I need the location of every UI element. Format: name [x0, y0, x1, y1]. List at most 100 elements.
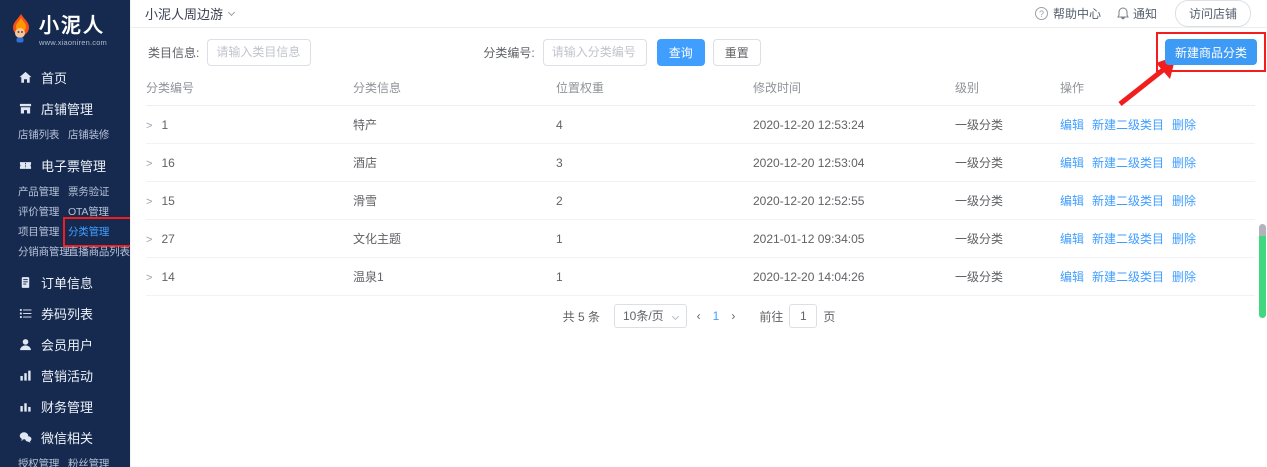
edit-link[interactable]: 编辑 [1060, 270, 1084, 284]
sidebar-item[interactable]: 电子票管理 [0, 150, 130, 181]
sidebar-item-label: 券码列表 [41, 304, 93, 323]
sidebar-subitem[interactable]: 项目管理 [18, 222, 68, 242]
expand-row-icon[interactable]: > [146, 158, 152, 170]
edit-link[interactable]: 编辑 [1060, 194, 1084, 208]
table-row: >14 温泉1 1 2020-12-20 14:04:26 一级分类 编辑新建二… [146, 258, 1255, 296]
scrollbar-thumb[interactable] [1259, 224, 1266, 318]
sidebar-item-label: 电子票管理 [41, 156, 106, 175]
visit-shop-button[interactable]: 访问店铺 [1175, 0, 1251, 27]
sidebar-item[interactable]: 券码列表 [0, 298, 130, 329]
sidebar-subitem[interactable]: OTA管理 [68, 202, 130, 222]
expand-row-icon[interactable]: > [146, 234, 152, 246]
sidebar-subitem[interactable]: 产品管理 [18, 182, 68, 202]
sidebar-item-label: 店铺管理 [41, 99, 93, 118]
create-sub-category-link[interactable]: 新建二级类目 [1092, 270, 1164, 284]
mascot-icon [8, 13, 34, 50]
category-no-label: 分类编号: [483, 44, 534, 61]
delete-link[interactable]: 删除 [1172, 270, 1196, 284]
sidebar-subitem[interactable]: 店铺装修 [68, 125, 130, 145]
sidebar-item[interactable]: 微信相关 [0, 422, 130, 453]
sidebar-subitem[interactable]: 分销商管理 [18, 242, 68, 262]
sidebar-item[interactable]: 会员用户 [0, 329, 130, 360]
level-cell: 一级分类 [955, 116, 1060, 133]
weight-cell: 2 [556, 194, 753, 208]
finance-chart-icon [18, 400, 32, 414]
chevron-down-icon[interactable] [228, 9, 235, 16]
create-sub-category-link[interactable]: 新建二级类目 [1092, 156, 1164, 170]
sidebar-item-label: 订单信息 [41, 273, 93, 292]
create-sub-category-link[interactable]: 新建二级类目 [1092, 194, 1164, 208]
edit-link[interactable]: 编辑 [1060, 156, 1084, 170]
create-category-button[interactable]: 新建商品分类 [1165, 39, 1257, 65]
delete-link[interactable]: 删除 [1172, 156, 1196, 170]
edit-link[interactable]: 编辑 [1060, 232, 1084, 246]
col-category-info: 分类信息 [353, 79, 556, 96]
reset-button[interactable]: 重置 [713, 39, 761, 66]
sidebar-item[interactable]: 店铺管理 [0, 93, 130, 124]
actions-cell: 编辑新建二级类目删除 [1060, 154, 1255, 171]
modified-time-cell: 2020-12-20 14:04:26 [753, 270, 955, 284]
current-page[interactable]: 1 [713, 309, 720, 323]
category-id-cell: >14 [146, 270, 353, 284]
sidebar-item[interactable]: 营销活动 [0, 360, 130, 391]
edit-link[interactable]: 编辑 [1060, 118, 1084, 132]
brand-site: www.xiaoniren.com [39, 39, 107, 47]
actions-cell: 编辑新建二级类目删除 [1060, 268, 1255, 285]
page-size-select[interactable]: 10条/页 [614, 304, 687, 328]
shop-title[interactable]: 小泥人周边游 [145, 4, 223, 23]
topbar: 小泥人周边游 ? 帮助中心 通知 访问店铺 [131, 0, 1267, 28]
marketing-chart-icon [18, 369, 32, 383]
modified-time-cell: 2020-12-20 12:53:04 [753, 156, 955, 170]
col-category-no: 分类编号 [146, 79, 353, 96]
main-panel: 小泥人周边游 ? 帮助中心 通知 访问店铺 类目信息: 分类编号: 查询 重置 [130, 0, 1267, 467]
weight-cell: 4 [556, 118, 753, 132]
sidebar-subitem[interactable]: 分类管理 [68, 222, 130, 242]
goto-page-input[interactable] [789, 304, 817, 328]
scrollbar-cap [1259, 224, 1266, 236]
col-level: 级别 [955, 79, 1060, 96]
category-id-cell: >15 [146, 194, 353, 208]
category-id-cell: >27 [146, 232, 353, 246]
prev-page-button[interactable]: ‹ [697, 309, 701, 323]
sidebar-subgroup: 产品管理票务验证评价管理OTA管理项目管理分类管理分销商管理直播商品列表 [0, 181, 130, 267]
expand-row-icon[interactable]: > [146, 196, 152, 208]
sidebar-subitem[interactable]: 直播商品列表 [68, 242, 130, 262]
create-sub-category-link[interactable]: 新建二级类目 [1092, 118, 1164, 132]
sidebar-item[interactable]: 财务管理 [0, 391, 130, 422]
category-name-cell: 文化主题 [353, 230, 556, 247]
sidebar-item[interactable]: 订单信息 [0, 267, 130, 298]
delete-link[interactable]: 删除 [1172, 118, 1196, 132]
search-button[interactable]: 查询 [657, 39, 705, 66]
table-row: >16 酒店 3 2020-12-20 12:53:04 一级分类 编辑新建二级… [146, 144, 1255, 182]
category-id-cell: >16 [146, 156, 353, 170]
home-icon [18, 71, 32, 85]
actions-cell: 编辑新建二级类目删除 [1060, 192, 1255, 209]
pagination: 共 5 条 10条/页 ‹ 1 › 前往 页 [131, 304, 1267, 328]
category-no-input[interactable] [543, 39, 647, 66]
help-center-link[interactable]: 帮助中心 [1053, 5, 1101, 22]
notice-link[interactable]: 通知 [1133, 5, 1157, 22]
chevron-down-icon [672, 313, 679, 320]
category-info-input[interactable] [207, 39, 311, 66]
sidebar-subitem[interactable]: 店铺列表 [18, 125, 68, 145]
delete-link[interactable]: 删除 [1172, 194, 1196, 208]
list-icon [18, 307, 32, 321]
sidebar-subitem[interactable]: 粉丝管理 [68, 454, 130, 467]
logo[interactable]: 小泥人 www.xiaoniren.com [0, 0, 130, 58]
table-header: 分类编号 分类信息 位置权重 修改时间 级别 操作 [146, 74, 1255, 106]
sidebar-subitem[interactable]: 评价管理 [18, 202, 68, 222]
ticket-icon [18, 159, 32, 173]
sidebar-subitem[interactable]: 票务验证 [68, 182, 130, 202]
wechat-icon [18, 431, 32, 445]
expand-row-icon[interactable]: > [146, 272, 152, 284]
app-window: 小泥人 www.xiaoniren.com 首页店铺管理店铺列表店铺装修电子票管… [0, 0, 1267, 467]
goto-label: 前往 [759, 308, 783, 325]
sidebar-item[interactable]: 首页 [0, 62, 130, 93]
delete-link[interactable]: 删除 [1172, 232, 1196, 246]
col-weight: 位置权重 [556, 79, 753, 96]
sidebar-item-label: 首页 [41, 68, 67, 87]
expand-row-icon[interactable]: > [146, 120, 152, 132]
sidebar-subitem[interactable]: 授权管理 [18, 454, 68, 467]
create-sub-category-link[interactable]: 新建二级类目 [1092, 232, 1164, 246]
next-page-button[interactable]: › [731, 309, 735, 323]
